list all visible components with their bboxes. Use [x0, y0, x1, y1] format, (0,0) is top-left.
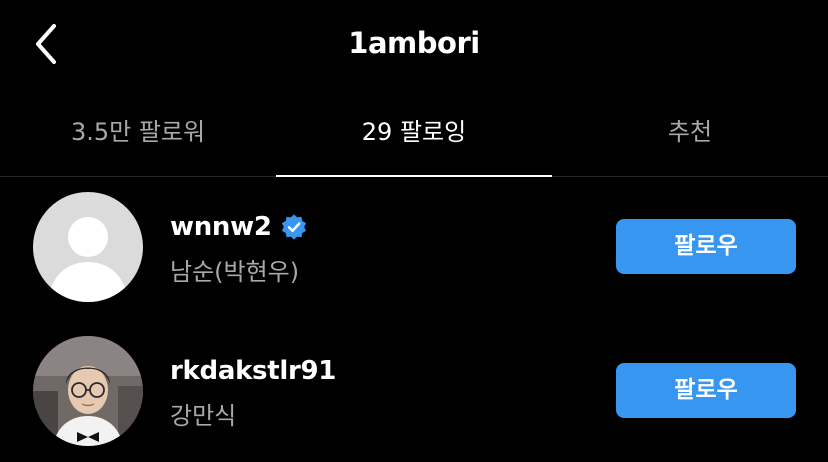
username: rkdakstlr91 [170, 356, 337, 386]
full-name: 강만식 [170, 402, 237, 430]
tab-following[interactable]: 29 팔로잉 [276, 100, 552, 176]
tab-bar: 3.5만 팔로워 29 팔로잉 추천 [0, 100, 828, 177]
profile-photo [33, 336, 143, 446]
list-item[interactable]: rkdakstlr91 강만식 팔로우 [0, 322, 828, 462]
header: 1ambori [0, 0, 828, 92]
tab-suggested[interactable]: 추천 [552, 100, 828, 176]
username: wnnw2 [170, 212, 272, 242]
avatar[interactable] [33, 336, 143, 446]
verified-badge-icon [280, 213, 308, 241]
full-name: 남순(박현우) [170, 258, 300, 286]
page-title: 1ambori [348, 26, 480, 60]
avatar[interactable] [33, 192, 143, 302]
list-item[interactable]: wnnw2 남순(박현우) 팔로우 [0, 176, 828, 316]
username-line[interactable]: rkdakstlr91 [170, 356, 336, 386]
tab-followers[interactable]: 3.5만 팔로워 [0, 100, 276, 176]
follow-button[interactable]: 팔로우 [616, 219, 796, 274]
username-line[interactable]: wnnw2 [170, 212, 308, 242]
default-avatar-icon [33, 192, 143, 302]
follow-button[interactable]: 팔로우 [616, 363, 796, 418]
